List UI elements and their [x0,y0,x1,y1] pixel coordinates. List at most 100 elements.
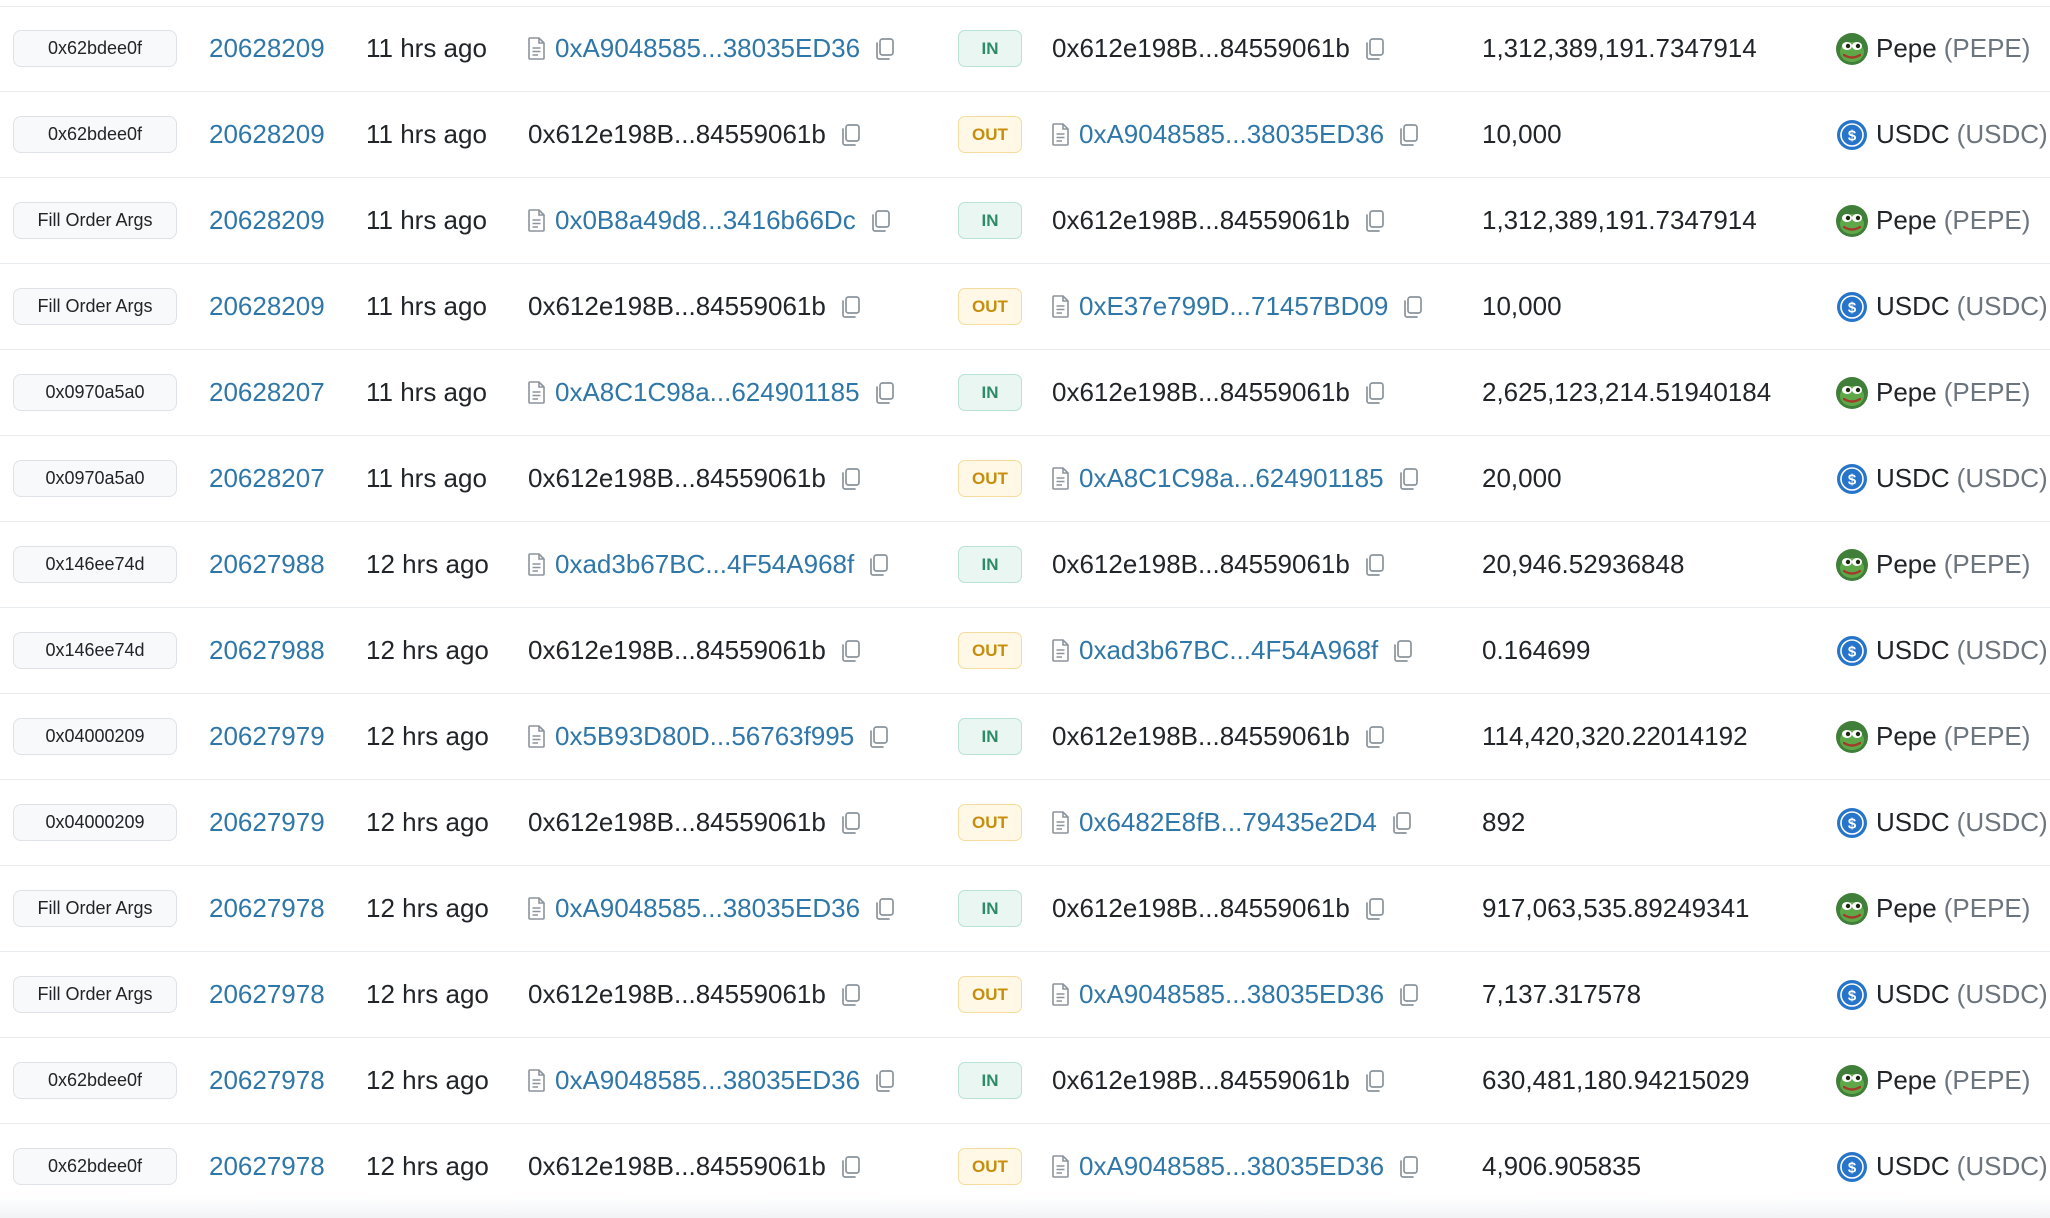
method-badge[interactable]: Fill Order Args [13,890,177,927]
to-address[interactable]: 0xA9048585...38035ED36 [1079,1151,1384,1182]
token-cell[interactable]: Pepe (PEPE) [1836,866,2030,951]
token-name[interactable]: USDC [1876,979,1950,1010]
method-badge[interactable]: 0x146ee74d [13,632,177,669]
method-badge[interactable]: 0x62bdee0f [13,1062,177,1099]
token-cell[interactable]: Pepe (PEPE) [1836,350,2030,435]
from-address[interactable]: 0xA9048585...38035ED36 [555,33,860,64]
copy-icon[interactable] [1363,381,1385,405]
token-name[interactable]: USDC [1876,463,1950,494]
age-text: 12 hrs ago [366,893,489,923]
copy-icon[interactable] [1397,123,1419,147]
copy-icon[interactable] [839,983,861,1007]
copy-icon[interactable] [839,467,861,491]
copy-icon[interactable] [839,811,861,835]
to-address[interactable]: 0xA9048585...38035ED36 [1079,979,1384,1010]
token-name[interactable]: Pepe [1876,33,1937,64]
from-address[interactable]: 0xA8C1C98a...624901185 [555,377,860,408]
copy-icon[interactable] [1397,467,1419,491]
token-name[interactable]: USDC [1876,635,1950,666]
copy-icon[interactable] [1363,553,1385,577]
method-badge[interactable]: 0x0970a5a0 [13,460,177,497]
method-badge[interactable]: Fill Order Args [13,202,177,239]
token-cell[interactable]: $ USDC (USDC) [1836,608,2048,693]
token-cell[interactable]: Pepe (PEPE) [1836,178,2030,263]
block-number-link[interactable]: 20627979 [209,721,325,752]
block-number-link[interactable]: 20628209 [209,119,325,150]
block-number-link[interactable]: 20628209 [209,205,325,236]
token-name[interactable]: USDC [1876,807,1950,838]
token-name[interactable]: Pepe [1876,721,1937,752]
copy-icon[interactable] [839,123,861,147]
from-address[interactable]: 0xad3b67BC...4F54A968f [555,549,854,580]
token-name[interactable]: Pepe [1876,1065,1937,1096]
method-badge[interactable]: 0x62bdee0f [13,1148,177,1185]
copy-icon[interactable] [873,1069,895,1093]
block-number-link[interactable]: 20627979 [209,807,325,838]
copy-icon[interactable] [867,725,889,749]
token-name[interactable]: USDC [1876,1151,1950,1182]
usdc-token-icon: $ [1836,119,1868,151]
token-name[interactable]: USDC [1876,291,1950,322]
copy-icon[interactable] [869,209,891,233]
token-name[interactable]: Pepe [1876,205,1937,236]
token-cell[interactable]: Pepe (PEPE) [1836,1038,2030,1123]
from-address[interactable]: 0xA9048585...38035ED36 [555,893,860,924]
copy-icon[interactable] [1363,1069,1385,1093]
block-number-link[interactable]: 20628207 [209,463,325,494]
method-badge[interactable]: 0x0970a5a0 [13,374,177,411]
from-address: 0x612e198B...84559061b [528,635,826,665]
token-cell[interactable]: Pepe (PEPE) [1836,694,2030,779]
to-address[interactable]: 0xad3b67BC...4F54A968f [1079,635,1378,666]
token-cell[interactable]: $ USDC (USDC) [1836,780,2048,865]
method-badge[interactable]: 0x146ee74d [13,546,177,583]
token-cell[interactable]: $ USDC (USDC) [1836,92,2048,177]
copy-icon[interactable] [1390,811,1412,835]
copy-icon[interactable] [873,381,895,405]
block-number-link[interactable]: 20627978 [209,979,325,1010]
to-address[interactable]: 0xA8C1C98a...624901185 [1079,463,1384,494]
copy-icon[interactable] [1391,639,1413,663]
copy-icon[interactable] [1401,295,1423,319]
to-address[interactable]: 0xE37e799D...71457BD09 [1079,291,1388,322]
copy-icon[interactable] [1363,37,1385,61]
block-number-link[interactable]: 20627978 [209,1065,325,1096]
token-cell[interactable]: $ USDC (USDC) [1836,436,2048,521]
copy-icon[interactable] [1363,725,1385,749]
token-cell[interactable]: Pepe (PEPE) [1836,6,2030,91]
copy-icon[interactable] [1397,983,1419,1007]
token-name[interactable]: Pepe [1876,377,1937,408]
copy-icon[interactable] [1363,897,1385,921]
method-badge[interactable]: 0x62bdee0f [13,30,177,67]
block-number-link[interactable]: 20628209 [209,291,325,322]
block-number-link[interactable]: 20627988 [209,549,325,580]
block-number-link[interactable]: 20627978 [209,1151,325,1182]
from-address[interactable]: 0xA9048585...38035ED36 [555,1065,860,1096]
block-number-link[interactable]: 20627978 [209,893,325,924]
token-cell[interactable]: Pepe (PEPE) [1836,522,2030,607]
block-number-link[interactable]: 20628207 [209,377,325,408]
from-address[interactable]: 0x5B93D80D...56763f995 [555,721,854,752]
copy-icon[interactable] [839,295,861,319]
token-cell[interactable]: $ USDC (USDC) [1836,952,2048,1037]
to-address[interactable]: 0x6482E8fB...79435e2D4 [1079,807,1377,838]
method-badge[interactable]: 0x04000209 [13,718,177,755]
token-name[interactable]: Pepe [1876,893,1937,924]
copy-icon[interactable] [873,897,895,921]
method-badge[interactable]: Fill Order Args [13,976,177,1013]
token-name[interactable]: USDC [1876,119,1950,150]
copy-icon[interactable] [839,1155,861,1179]
from-address[interactable]: 0x0B8a49d8...3416b66Dc [555,205,856,236]
method-badge[interactable]: 0x62bdee0f [13,116,177,153]
method-badge[interactable]: Fill Order Args [13,288,177,325]
block-number-link[interactable]: 20627988 [209,635,325,666]
copy-icon[interactable] [867,553,889,577]
block-number-link[interactable]: 20628209 [209,33,325,64]
token-cell[interactable]: $ USDC (USDC) [1836,264,2048,349]
copy-icon[interactable] [839,639,861,663]
token-name[interactable]: Pepe [1876,549,1937,580]
copy-icon[interactable] [1397,1155,1419,1179]
copy-icon[interactable] [873,37,895,61]
method-badge[interactable]: 0x04000209 [13,804,177,841]
to-address[interactable]: 0xA9048585...38035ED36 [1079,119,1384,150]
copy-icon[interactable] [1363,209,1385,233]
